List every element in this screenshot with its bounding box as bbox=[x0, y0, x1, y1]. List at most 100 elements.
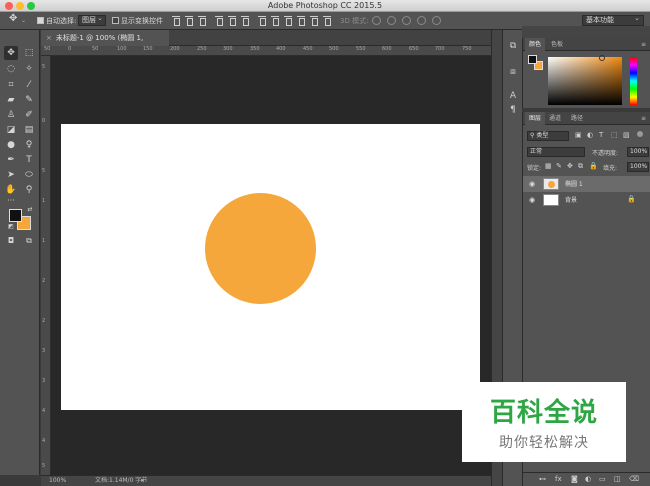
auto-select-checkbox[interactable]: 自动选择: bbox=[37, 16, 76, 26]
type-tool-icon[interactable]: T bbox=[22, 153, 36, 167]
distribute-top-icon[interactable] bbox=[258, 16, 266, 26]
document-tab[interactable]: ×未标题-1 @ 100% (椭圆 1, RGB/8*) * bbox=[41, 30, 169, 58]
align-left-icon[interactable] bbox=[215, 16, 223, 26]
align-top-icon[interactable] bbox=[172, 16, 180, 26]
tab-color[interactable]: 颜色 bbox=[525, 38, 546, 51]
link-layers-icon[interactable]: ⊷ bbox=[539, 475, 546, 483]
move-tool-icon[interactable]: ✥ bbox=[4, 46, 18, 60]
history-brush-tool-icon[interactable]: ✐ bbox=[22, 108, 36, 122]
pan-3d-icon[interactable] bbox=[402, 16, 411, 25]
slide-3d-icon[interactable] bbox=[417, 16, 426, 25]
filter-shape-icon[interactable]: ⬚ bbox=[611, 131, 618, 139]
healing-brush-tool-icon[interactable]: ▰ bbox=[4, 93, 18, 107]
lasso-tool-icon[interactable]: ◌ bbox=[4, 62, 18, 76]
more-tools-icon[interactable]: ··· bbox=[4, 194, 18, 208]
foreground-color-swatch[interactable] bbox=[9, 209, 22, 222]
character-panel-icon[interactable]: A bbox=[507, 90, 519, 102]
chevron-down-icon[interactable]: ⌄ bbox=[21, 16, 26, 26]
lock-transparent-icon[interactable]: ▦ bbox=[545, 162, 552, 170]
opacity-field[interactable]: 100% bbox=[627, 147, 649, 157]
tab-swatches[interactable]: 色板 bbox=[547, 38, 567, 51]
lock-all-icon[interactable]: 🔒 bbox=[589, 162, 598, 170]
rotate-3d-icon[interactable] bbox=[372, 16, 381, 25]
add-mask-icon[interactable]: ◙ bbox=[571, 475, 578, 483]
panel-menu-icon[interactable]: ≡ bbox=[637, 38, 650, 51]
document-workspace[interactable] bbox=[51, 56, 491, 475]
color-panel-foreground-swatch[interactable] bbox=[528, 55, 537, 64]
close-tab-icon[interactable]: × bbox=[46, 34, 52, 42]
ellipse-shape[interactable] bbox=[205, 193, 316, 304]
visibility-eye-icon[interactable]: ◉ bbox=[529, 180, 537, 188]
new-adjustment-layer-icon[interactable]: ◐ bbox=[585, 475, 591, 483]
scale-3d-icon[interactable] bbox=[432, 16, 441, 25]
layer-name[interactable]: 背景 bbox=[565, 195, 577, 204]
blend-mode-dropdown[interactable]: 正常 bbox=[527, 147, 585, 157]
clone-stamp-tool-icon[interactable]: ♙ bbox=[4, 108, 18, 122]
document-canvas[interactable] bbox=[61, 124, 480, 410]
hue-slider[interactable] bbox=[630, 57, 637, 105]
distribute-bottom-icon[interactable] bbox=[284, 16, 292, 26]
distribute-right-icon[interactable] bbox=[323, 16, 331, 26]
filter-smart-object-icon[interactable]: ▨ bbox=[623, 131, 630, 139]
visibility-eye-icon[interactable]: ◉ bbox=[529, 196, 537, 204]
align-hcenter-icon[interactable] bbox=[228, 16, 236, 26]
layer-filter-dropdown[interactable]: ⚲ 类型 bbox=[527, 131, 569, 141]
trash-icon[interactable]: ⌫ bbox=[629, 475, 639, 483]
path-selection-tool-icon[interactable]: ➤ bbox=[4, 168, 18, 182]
filter-adjustment-icon[interactable]: ◐ bbox=[587, 131, 593, 139]
dodge-tool-icon[interactable]: ♀ bbox=[22, 138, 36, 152]
tab-layers[interactable]: 图层 bbox=[525, 112, 546, 125]
quick-mask-icon[interactable]: ◘ bbox=[4, 234, 18, 248]
panel-menu-icon[interactable]: ≡ bbox=[637, 112, 650, 125]
layer-style-icon[interactable]: fx bbox=[555, 475, 562, 483]
layer-row-background[interactable]: ◉ 背景 🔒 bbox=[523, 192, 650, 208]
brush-tool-icon[interactable]: ✎ bbox=[22, 93, 36, 107]
filter-pixel-icon[interactable]: ▣ bbox=[575, 131, 582, 139]
status-menu-arrow-icon[interactable]: ▸ bbox=[141, 476, 144, 486]
paragraph-panel-icon[interactable]: ¶ bbox=[507, 104, 519, 116]
gradient-tool-icon[interactable]: ▤ bbox=[22, 123, 36, 137]
lock-position-icon[interactable]: ✥ bbox=[567, 162, 573, 170]
show-transform-checkbox[interactable]: 显示变换控件 bbox=[112, 16, 163, 26]
marquee-tool-icon[interactable]: ⬚ bbox=[22, 46, 36, 60]
workspace-dropdown[interactable]: 基本功能 bbox=[582, 14, 644, 26]
distribute-left-icon[interactable] bbox=[297, 16, 305, 26]
roll-3d-icon[interactable] bbox=[387, 16, 396, 25]
horizontal-ruler[interactable]: 50 0 50 100 150 200 250 300 350 400 450 … bbox=[41, 46, 491, 56]
filter-type-icon[interactable]: T bbox=[599, 131, 603, 139]
tab-paths[interactable]: 路径 bbox=[567, 112, 587, 125]
move-tool-icon[interactable]: ✥ bbox=[9, 14, 17, 24]
auto-select-target-dropdown[interactable]: 图层 bbox=[78, 14, 106, 26]
layer-row-ellipse-1[interactable]: ◉ 椭圆 1 bbox=[523, 176, 650, 192]
new-layer-icon[interactable]: ◫ bbox=[614, 475, 621, 483]
eyedropper-tool-icon[interactable]: ⁄ bbox=[22, 78, 36, 92]
align-right-icon[interactable] bbox=[241, 16, 249, 26]
lock-image-icon[interactable]: ✎ bbox=[556, 162, 562, 170]
lock-artboard-icon[interactable]: ⧉ bbox=[578, 162, 583, 171]
properties-panel-icon[interactable]: ⧈ bbox=[507, 66, 519, 78]
color-picker-cursor[interactable] bbox=[599, 55, 605, 61]
zoom-tool-icon[interactable]: ⚲ bbox=[22, 183, 36, 197]
distribute-hcenter-icon[interactable] bbox=[310, 16, 318, 26]
magic-wand-tool-icon[interactable]: ✧ bbox=[22, 62, 36, 76]
filter-toggle-icon[interactable] bbox=[637, 131, 643, 137]
ellipse-tool-icon[interactable]: ⬭ bbox=[22, 168, 36, 182]
swap-colors-icon[interactable]: ⇄ bbox=[23, 203, 37, 217]
eraser-tool-icon[interactable]: ◪ bbox=[4, 123, 18, 137]
color-spectrum-field[interactable] bbox=[548, 57, 622, 105]
crop-tool-icon[interactable]: ⌗ bbox=[4, 78, 18, 92]
tab-channels[interactable]: 通道 bbox=[545, 112, 565, 125]
history-panel-icon[interactable]: ⧉ bbox=[507, 40, 519, 52]
new-group-icon[interactable]: ▭ bbox=[599, 475, 606, 483]
align-vcenter-icon[interactable] bbox=[185, 16, 193, 26]
zoom-level[interactable]: 100% bbox=[49, 476, 66, 486]
blur-tool-icon[interactable]: ● bbox=[4, 138, 18, 152]
fill-field[interactable]: 100% bbox=[627, 162, 649, 172]
default-colors-icon[interactable]: ◩ bbox=[4, 220, 18, 234]
vertical-ruler[interactable]: 5 0 5 1 1 2 2 3 3 4 4 5 bbox=[41, 56, 51, 475]
distribute-vcenter-icon[interactable] bbox=[271, 16, 279, 26]
layer-name[interactable]: 椭圆 1 bbox=[565, 179, 583, 188]
screen-mode-icon[interactable]: ⧉ bbox=[22, 234, 36, 248]
align-bottom-icon[interactable] bbox=[198, 16, 206, 26]
pen-tool-icon[interactable]: ✒ bbox=[4, 153, 18, 167]
